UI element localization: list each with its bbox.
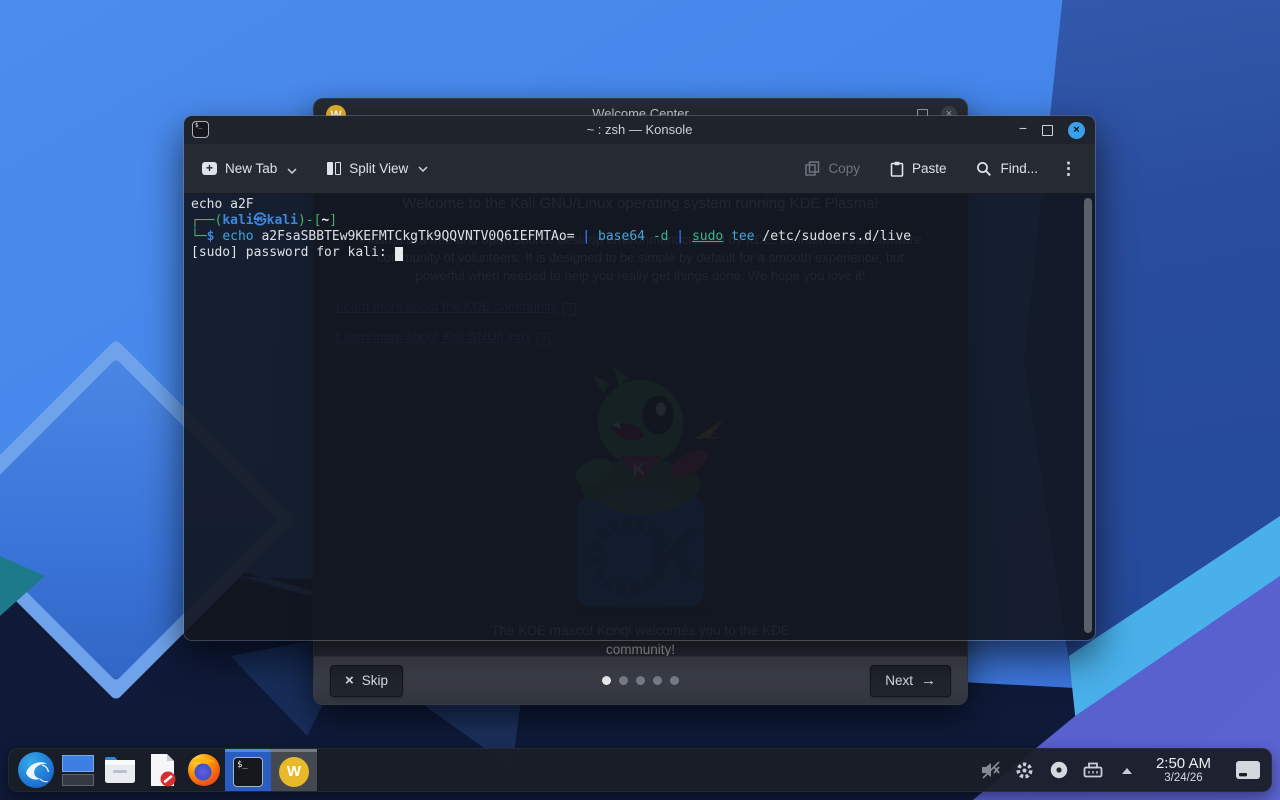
minimize-button[interactable]: − [1019,121,1027,135]
hamburger-menu-icon[interactable]: ⋮ [1054,159,1083,179]
terminal-content[interactable]: echo a2F┌──(kali㉿kali)-[~]└─$ echo a2Fsa… [184,194,1095,640]
konsole-window[interactable]: $_ ~ : zsh — Konsole − × + New Tab Split… [183,115,1096,641]
page-dot-1[interactable] [602,676,611,685]
settings-gear-icon[interactable] [1012,757,1038,783]
firefox-icon [187,753,221,787]
new-tab-button[interactable]: + New Tab [196,155,303,182]
pager-desktop-1[interactable] [62,755,94,772]
terminal-line: echo a2F [191,197,1075,213]
close-button[interactable]: × [1068,122,1085,139]
desktop: W Welcome Center × Welcome to the Kali G… [0,0,1280,800]
page-dot-4[interactable] [653,676,662,685]
konsole-toolbar: + New Tab Split View Copy Paste Find... [184,144,1095,194]
konsole-titlebar[interactable]: $_ ~ : zsh — Konsole − × [184,116,1095,144]
terminal-line: └─$ echo a2FsaSBBTEw9KEFMTCkgTk9QQVNTV0Q… [191,229,1075,245]
find-button[interactable]: Find... [970,155,1044,183]
page-dot-5[interactable] [670,676,679,685]
digital-clock[interactable]: 2:50 AM 3/24/26 [1148,756,1219,785]
search-icon [976,161,992,177]
paste-button[interactable]: Paste [884,155,953,183]
show-desktop-button[interactable] [1231,748,1265,792]
page-dots [314,676,967,685]
new-tab-icon: + [202,162,217,175]
pager-icon [62,755,94,786]
network-wired-icon[interactable] [1080,757,1106,783]
welcome-center-icon: W [279,757,309,787]
taskbar-item-konsole[interactable]: $_ [225,749,271,791]
folder-icon [102,755,138,785]
chevron-down-icon [287,168,297,174]
page-dot-2[interactable] [619,676,628,685]
scrollbar[interactable] [1084,198,1092,635]
clock-date: 3/24/26 [1164,772,1202,785]
file-manager-launcher[interactable] [99,748,141,792]
scrollbar-thumb[interactable] [1084,198,1092,633]
taskbar-item-welcome-center[interactable]: W [271,749,317,791]
document-icon [147,753,177,787]
terminal-line: [sudo] password for kali: [191,245,1075,261]
maximize-button[interactable] [1042,125,1053,136]
copy-icon [805,161,820,176]
text-editor-launcher[interactable] [141,748,183,792]
expand-tray-icon[interactable] [1114,757,1140,783]
welcome-footer: × Skip Next → [314,656,967,704]
taskbar-panel: $_ W 2:50 AM 3/24/26 [8,748,1272,792]
firefox-launcher[interactable] [183,748,225,792]
paste-icon [890,161,904,177]
app-launcher-kali[interactable] [15,748,57,792]
clock-time: 2:50 AM [1156,756,1211,772]
audio-muted-icon[interactable] [978,757,1004,783]
terminal-line: ┌──(kali㉿kali)-[~] [191,213,1075,229]
optical-disc-icon[interactable] [1046,757,1072,783]
copy-button: Copy [799,155,866,182]
virtual-desktop-pager[interactable] [57,748,99,792]
konsole-icon: $_ [233,757,263,787]
konsole-window-title: ~ : zsh — Konsole [184,122,1095,137]
split-view-button[interactable]: Split View [321,155,434,182]
page-dot-3[interactable] [636,676,645,685]
system-tray: 2:50 AM 3/24/26 [978,748,1265,792]
kali-logo-icon [18,752,54,788]
split-view-icon [327,162,341,175]
pager-desktop-2[interactable] [62,774,94,786]
chevron-down-icon [418,166,428,172]
show-desktop-icon [1235,760,1261,780]
